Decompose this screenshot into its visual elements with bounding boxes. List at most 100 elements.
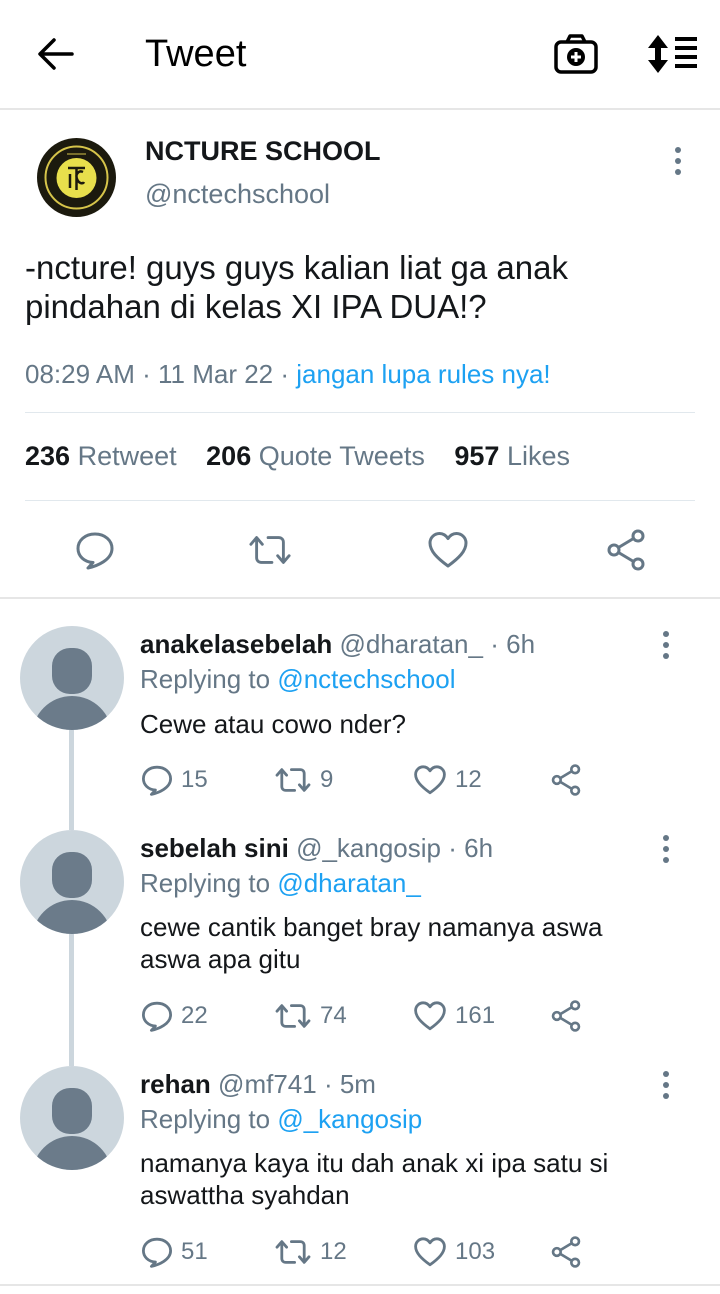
reply-author-handle[interactable]: @dharatan_ [339, 629, 483, 659]
like-count: 103 [455, 1238, 496, 1265]
retweet-button[interactable]: 74 [274, 998, 347, 1034]
replying-to-handle[interactable]: @dharatan_ [277, 868, 421, 898]
more-vertical-icon [663, 1071, 669, 1099]
likes-label: Likes [506, 441, 570, 471]
avatar[interactable] [20, 830, 124, 934]
heart-icon [414, 1237, 446, 1267]
reply-button[interactable] [73, 528, 117, 572]
camera-plus-icon [554, 34, 598, 74]
more-vertical-icon [675, 147, 681, 175]
likes-stat[interactable]: 957 Likes [454, 441, 570, 471]
reply-count: 22 [181, 1002, 208, 1029]
profile-avatar[interactable] [37, 138, 116, 217]
reply-button[interactable]: 22 [141, 998, 208, 1034]
retweet-count: 12 [320, 1238, 347, 1265]
comment-icon [142, 1237, 172, 1268]
replying-to: Replying to @nctechschool [140, 664, 455, 695]
like-button[interactable]: 161 [413, 998, 495, 1034]
retweet-label: Retweet [77, 441, 177, 471]
more-options-button[interactable] [652, 630, 680, 660]
school-logo-icon [38, 139, 115, 216]
comment-icon [142, 765, 172, 796]
share-button[interactable] [550, 1234, 590, 1270]
retweet-count: 74 [320, 1002, 347, 1029]
quote-stat[interactable]: 206 Quote Tweets [206, 441, 425, 471]
divider [25, 500, 695, 501]
reply-author-name[interactable]: sebelah sini [140, 833, 289, 863]
more-options-button[interactable] [652, 1070, 680, 1100]
reply-author-handle[interactable]: @_kangosip [296, 833, 441, 863]
like-button[interactable]: 103 [413, 1234, 495, 1270]
meta-separator: · [280, 359, 297, 389]
sort-button[interactable] [647, 34, 699, 74]
tweet-time: 08:29 AM [25, 359, 135, 389]
tweet-text: -ncture! guys guys kalian liat ga anak p… [25, 249, 568, 325]
comment-icon [76, 532, 114, 570]
avatar[interactable] [20, 1066, 124, 1170]
divider [25, 412, 695, 413]
reply-header: sebelah sini @_kangosip · 6h [140, 833, 493, 864]
reply-count: 15 [181, 766, 208, 793]
meta-separator: · [490, 629, 499, 659]
heart-icon [414, 1001, 446, 1031]
thread-connector [69, 728, 74, 830]
share-button[interactable] [550, 998, 590, 1034]
reply-time: 5m [339, 1069, 376, 1099]
replying-to-handle[interactable]: @nctechschool [277, 664, 455, 694]
reply-button[interactable]: 15 [141, 762, 208, 798]
arrow-left-icon [38, 38, 74, 70]
reply-time: 6h [506, 629, 536, 659]
author-name[interactable]: NCTURE SCHOOL [145, 136, 381, 167]
retweet-stat[interactable]: 236 Retweet [25, 441, 177, 471]
bottom-separator [0, 1284, 720, 1286]
retweet-icon [249, 536, 291, 564]
replying-to: Replying to @dharatan_ [140, 868, 421, 899]
heart-icon [414, 765, 446, 795]
share-button[interactable] [604, 528, 648, 572]
retweet-icon [275, 1004, 311, 1028]
sort-icon [648, 35, 697, 73]
tweet-meta: 08:29 AM · 11 Mar 22 · jangan lupa rules… [25, 359, 551, 390]
replying-to-label: Replying to [140, 1104, 271, 1134]
retweet-icon [275, 1240, 311, 1264]
share-button[interactable] [550, 762, 590, 798]
tweet-stats: 236 Retweet 206 Quote Tweets 957 Likes [25, 441, 570, 472]
reply-count: 51 [181, 1238, 208, 1265]
retweet-count: 236 [25, 441, 71, 471]
reply-author-name[interactable]: anakelasebelah [140, 629, 332, 659]
avatar[interactable] [20, 626, 124, 730]
back-button[interactable] [34, 34, 78, 74]
replying-to-handle[interactable]: @_kangosip [277, 1104, 422, 1134]
meta-separator: · [142, 359, 158, 389]
reply-time: 6h [464, 833, 494, 863]
reply-author-handle[interactable]: @mf741 [218, 1069, 317, 1099]
quote-label: Quote Tweets [258, 441, 425, 471]
reply-button[interactable]: 51 [141, 1234, 208, 1270]
like-count: 161 [455, 1002, 496, 1029]
retweet-button[interactable]: 12 [274, 1234, 347, 1270]
more-options-button[interactable] [652, 834, 680, 864]
author-handle[interactable]: @nctechschool [145, 179, 330, 210]
camera-button[interactable] [553, 33, 599, 75]
top-app-bar: Tweet [0, 0, 720, 110]
reply-header: rehan @mf741 · 5m [140, 1069, 376, 1100]
likes-count: 957 [454, 441, 500, 471]
like-button[interactable]: 12 [413, 762, 482, 798]
share-icon [551, 1000, 581, 1032]
share-icon [607, 529, 645, 571]
retweet-button[interactable] [248, 528, 292, 572]
more-options-button[interactable] [664, 146, 692, 176]
comment-icon [142, 1001, 172, 1032]
tweet-source-link[interactable]: jangan lupa rules nya! [296, 359, 550, 389]
retweet-button[interactable]: 9 [274, 762, 333, 798]
reply-text: cewe cantik banget bray namanya aswa asw… [140, 912, 603, 974]
reply-text: Cewe atau cowo nder? [140, 709, 406, 739]
retweet-count: 9 [320, 766, 334, 793]
tweet-actions [0, 520, 720, 580]
reply-author-name[interactable]: rehan [140, 1069, 211, 1099]
replying-to: Replying to @_kangosip [140, 1104, 422, 1135]
like-count: 12 [455, 766, 482, 793]
more-vertical-icon [663, 835, 669, 863]
quote-count: 206 [206, 441, 252, 471]
like-button[interactable] [426, 528, 470, 572]
